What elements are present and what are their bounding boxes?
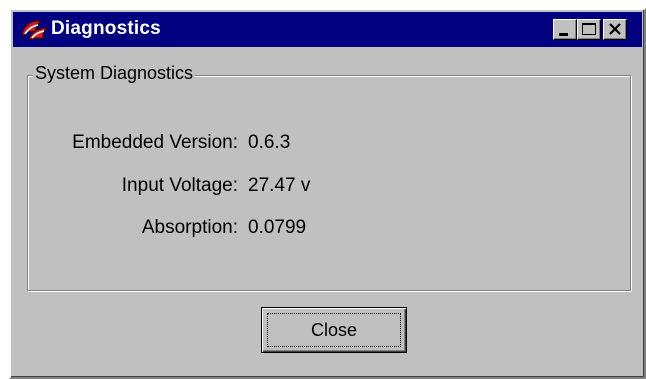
maximize-button[interactable] — [577, 19, 601, 40]
close-window-button[interactable] — [603, 19, 627, 40]
close-button[interactable]: Close — [261, 307, 407, 353]
input-voltage-value: 27.47 v — [248, 175, 311, 196]
embedded-version-label: Embedded Version: — [72, 132, 238, 153]
group-label: System Diagnostics — [33, 63, 196, 84]
diagnostics-window: Diagnostics System Diagnostics Embedded … — [9, 8, 646, 379]
embedded-version-value: 0.6.3 — [248, 132, 291, 153]
minimize-icon — [559, 33, 568, 36]
close-icon — [609, 23, 621, 35]
title-bar[interactable]: Diagnostics — [13, 12, 642, 47]
system-diagnostics-group — [27, 75, 631, 291]
input-voltage-label: Input Voltage: — [121, 175, 238, 196]
window-title: Diagnostics — [51, 18, 161, 39]
maximize-icon — [582, 23, 596, 35]
app-logo-icon — [21, 20, 49, 41]
close-button-label: Close — [267, 313, 401, 347]
absorption-label: Absorption: — [141, 217, 238, 238]
absorption-value: 0.0799 — [248, 217, 307, 238]
minimize-button[interactable] — [553, 19, 577, 40]
